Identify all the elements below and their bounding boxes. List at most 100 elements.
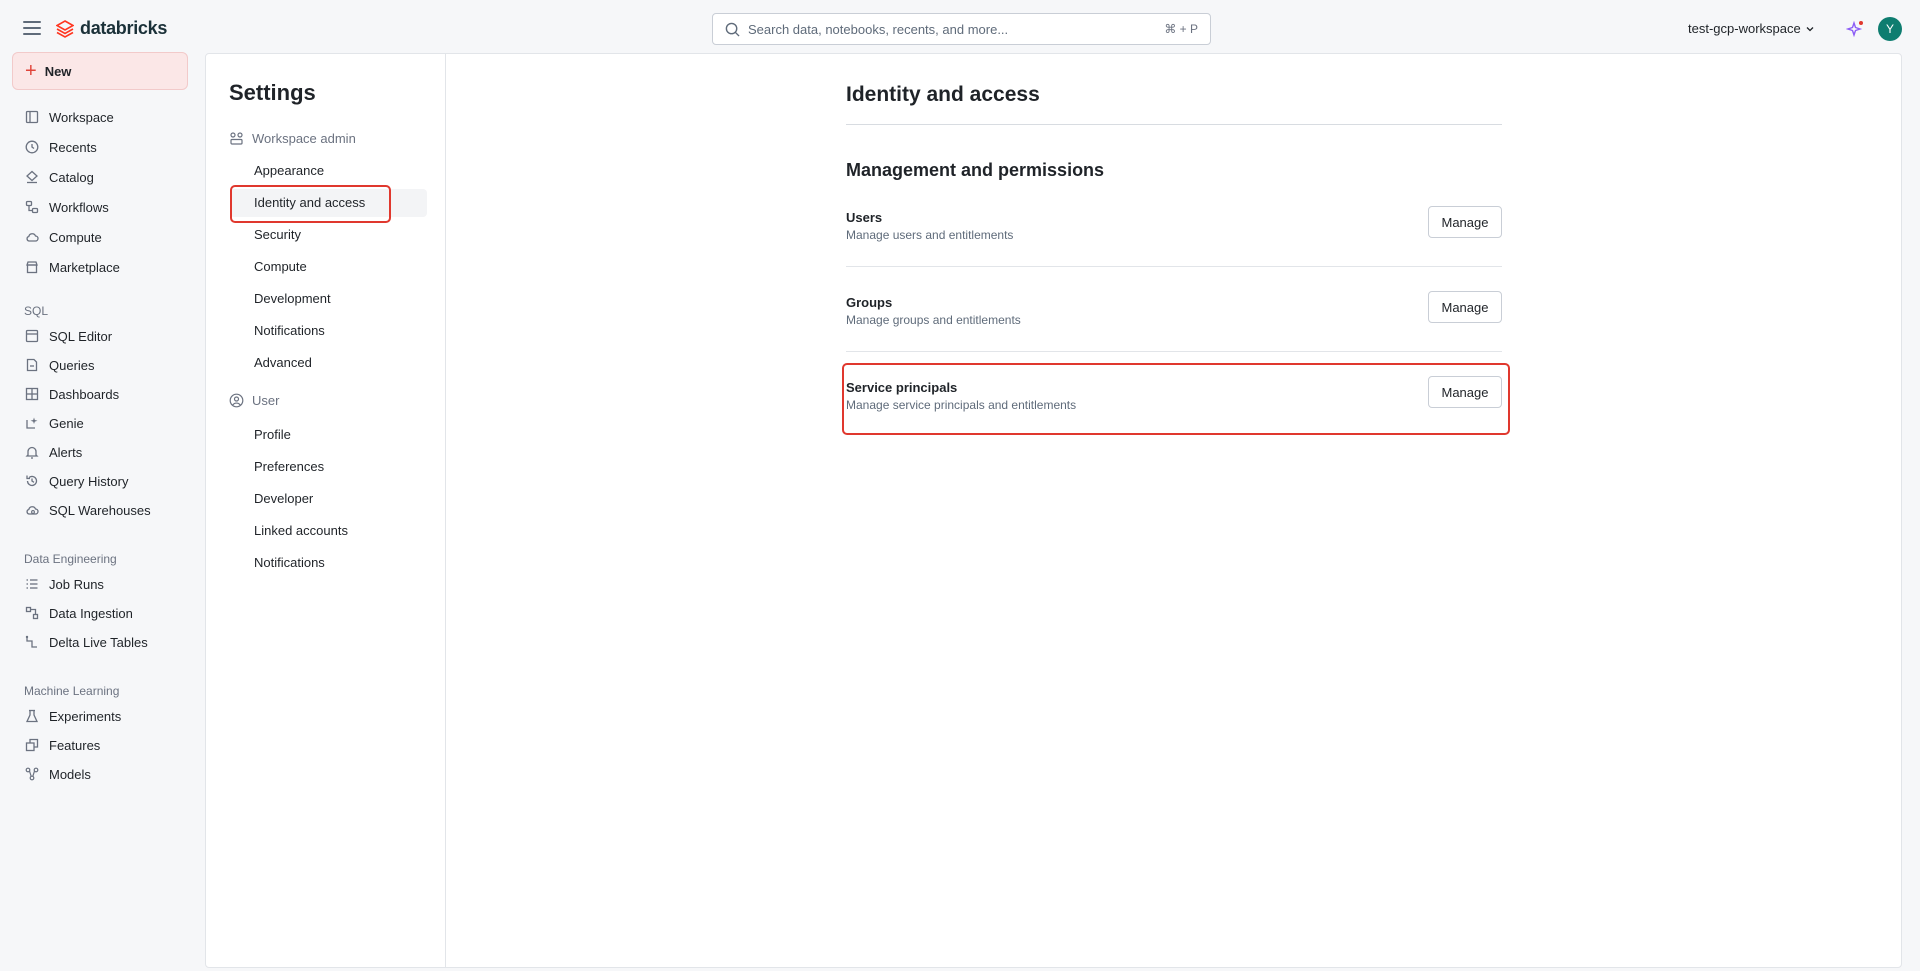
- nav-section-sql: SQL: [24, 304, 49, 318]
- settings-item-profile[interactable]: Profile: [254, 427, 291, 442]
- divider: [846, 124, 1502, 125]
- workspace-name: test-gcp-workspace: [1688, 21, 1801, 36]
- pipeline-icon: [24, 635, 39, 650]
- section-heading: Management and permissions: [846, 160, 1105, 180]
- nav-item-label: SQL Editor: [49, 328, 113, 344]
- clock-icon: [24, 140, 39, 155]
- search-placeholder: Search data, notebooks, recents, and mor…: [748, 21, 1009, 37]
- row-description: Manage users and entitlements: [846, 228, 1014, 242]
- settings-item-development[interactable]: Development: [254, 291, 331, 306]
- nav-item-label: Features: [49, 737, 101, 753]
- admin-icon: [230, 132, 243, 145]
- settings-item-preferences[interactable]: Preferences: [254, 459, 324, 474]
- features-icon: [24, 738, 39, 753]
- databricks-logo[interactable]: databricks: [56, 18, 167, 39]
- nav-item-label: Workspace: [49, 109, 114, 125]
- nav-item-label: Delta Live Tables: [49, 634, 148, 650]
- nav-section-data-engineering: Data Engineering: [24, 552, 117, 566]
- nav-item-label: Marketplace: [49, 259, 120, 275]
- nav-item-compute[interactable]: Compute: [24, 226, 102, 248]
- nav-item-delta-live-tables[interactable]: Delta Live Tables: [24, 631, 148, 653]
- models-icon: [24, 767, 39, 782]
- new-button[interactable]: + New: [12, 52, 188, 90]
- assistant-sparkle-icon[interactable]: [1846, 20, 1864, 38]
- new-button-label: New: [44, 63, 72, 79]
- settings-item-linked-accounts[interactable]: Linked accounts: [254, 523, 348, 538]
- nav-item-genie[interactable]: Genie: [24, 412, 84, 434]
- settings-item-developer[interactable]: Developer: [254, 491, 313, 506]
- setting-row-service-principals: Service principals Manage service princi…: [846, 376, 1502, 436]
- nav-item-label: Genie: [49, 415, 84, 431]
- row-title: Groups: [846, 295, 893, 310]
- settings-item-compute[interactable]: Compute: [254, 259, 307, 274]
- nav-item-models[interactable]: Models: [24, 763, 91, 785]
- search-icon: [725, 22, 740, 37]
- nav-item-label: Alerts: [49, 444, 83, 460]
- search-shortcut: ⌘ + P: [1164, 22, 1198, 36]
- row-title: Service principals: [846, 380, 958, 395]
- settings-item-security[interactable]: Security: [254, 227, 301, 242]
- nav-item-label: Workflows: [49, 199, 109, 215]
- ingestion-icon: [24, 606, 39, 621]
- setting-row-users: Users Manage users and entitlements Mana…: [846, 206, 1502, 266]
- nav-item-label: Models: [49, 766, 91, 782]
- nav-item-workspace[interactable]: Workspace: [24, 106, 114, 128]
- settings-item-appearance[interactable]: Appearance: [254, 163, 324, 178]
- nav-item-label: Catalog: [49, 169, 94, 185]
- nav-item-workflows[interactable]: Workflows: [24, 196, 109, 218]
- flask-icon: [24, 709, 39, 724]
- settings-title: Settings: [229, 80, 316, 105]
- manage-users-button[interactable]: Manage: [1428, 206, 1502, 238]
- nav-item-label: Job Runs: [49, 576, 104, 592]
- top-bar: databricks Search data, notebooks, recen…: [0, 4, 1920, 50]
- workflows-icon: [24, 200, 39, 215]
- nav-item-sql-warehouses[interactable]: SQL Warehouses: [24, 499, 151, 521]
- list-icon: [24, 577, 39, 592]
- avatar[interactable]: Y: [1878, 17, 1902, 41]
- dashboard-icon: [24, 387, 39, 402]
- logo-text: databricks: [80, 18, 168, 38]
- nav-item-label: Data Ingestion: [49, 605, 133, 621]
- settings-group-workspace-admin: Workspace admin: [229, 131, 356, 146]
- nav-section-machine-learning: Machine Learning: [24, 684, 120, 698]
- settings-group-label: User: [252, 393, 280, 408]
- editor-icon: [24, 329, 39, 344]
- nav-item-experiments[interactable]: Experiments: [24, 705, 121, 727]
- manage-service-principals-button[interactable]: Manage: [1428, 376, 1502, 408]
- settings-item-notifications[interactable]: Notifications: [254, 323, 325, 338]
- nav-item-dashboards[interactable]: Dashboards: [24, 383, 119, 405]
- row-description: Manage groups and entitlements: [846, 313, 1021, 327]
- query-icon: [24, 358, 39, 373]
- plus-icon: +: [25, 60, 37, 82]
- nav-item-sql-editor[interactable]: SQL Editor: [24, 325, 112, 347]
- nav-item-query-history[interactable]: Query History: [24, 470, 128, 492]
- nav-item-label: Recents: [49, 139, 97, 155]
- divider: [846, 266, 1502, 267]
- warehouse-icon: [24, 503, 39, 518]
- nav-item-marketplace[interactable]: Marketplace: [24, 256, 120, 278]
- databricks-logo-icon: [56, 19, 74, 38]
- catalog-icon: [24, 170, 39, 185]
- menu-icon[interactable]: [23, 21, 41, 35]
- settings-group-label: Workspace admin: [252, 131, 356, 146]
- nav-item-data-ingestion[interactable]: Data Ingestion: [24, 602, 133, 624]
- settings-sidebar: Settings Workspace admin Appearance Iden…: [206, 54, 446, 967]
- search-input[interactable]: Search data, notebooks, recents, and mor…: [712, 13, 1211, 45]
- nav-item-alerts[interactable]: Alerts: [24, 441, 82, 463]
- nav-item-job-runs[interactable]: Job Runs: [24, 573, 104, 595]
- settings-item-advanced[interactable]: Advanced: [254, 355, 312, 370]
- chevron-down-icon: [1806, 26, 1814, 31]
- workspace-switcher[interactable]: test-gcp-workspace: [1688, 21, 1815, 36]
- nav-item-queries[interactable]: Queries: [24, 354, 95, 376]
- nav-item-label: Queries: [49, 357, 95, 373]
- user-circle-icon: [229, 393, 244, 408]
- settings-item-user-notifications[interactable]: Notifications: [254, 555, 325, 570]
- settings-item-identity-and-access[interactable]: Identity and access: [254, 195, 365, 210]
- settings-group-user: User: [229, 393, 279, 408]
- nav-item-catalog[interactable]: Catalog: [24, 166, 94, 188]
- nav-item-features[interactable]: Features: [24, 734, 100, 756]
- nav-item-label: Dashboards: [49, 386, 120, 402]
- nav-item-recents[interactable]: Recents: [24, 136, 97, 158]
- bell-icon: [24, 445, 39, 460]
- manage-groups-button[interactable]: Manage: [1428, 291, 1502, 323]
